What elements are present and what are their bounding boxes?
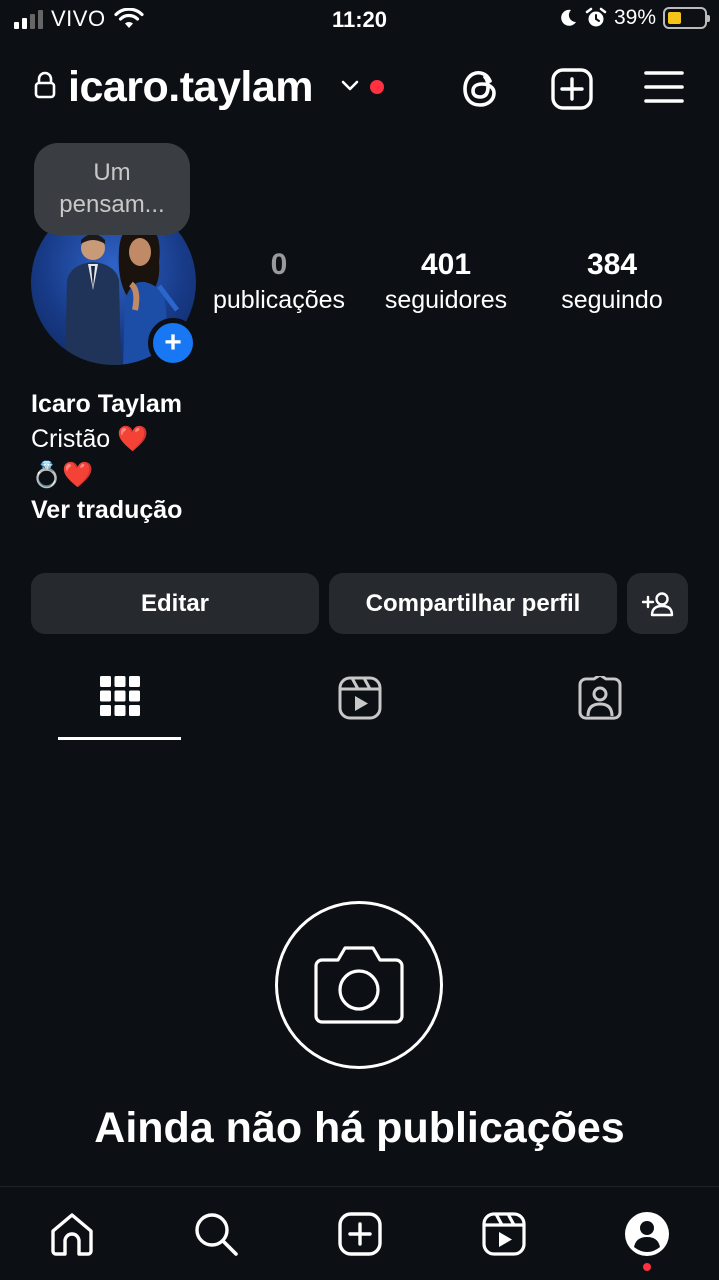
status-right: 39% xyxy=(558,6,710,30)
tab-tagged[interactable] xyxy=(578,676,622,720)
note-text: Um pensam... xyxy=(59,159,165,218)
discover-people-button[interactable] xyxy=(627,573,688,634)
plus-icon: + xyxy=(164,326,182,359)
followers-label: seguidores xyxy=(384,286,508,314)
note-bubble[interactable]: Um pensam... xyxy=(34,143,190,235)
following-number: 384 xyxy=(586,248,638,281)
add-user-icon xyxy=(641,591,673,616)
new-post-icon[interactable] xyxy=(550,67,594,111)
home-icon[interactable] xyxy=(49,1211,95,1257)
tab-grid[interactable] xyxy=(100,676,140,716)
following-label: seguindo xyxy=(561,286,663,314)
camera-icon xyxy=(314,946,404,1024)
following-count[interactable]: 384 seguindo xyxy=(540,246,684,316)
notification-dot xyxy=(370,80,384,94)
posts-count: 0 publicações xyxy=(198,246,360,316)
reels-icon[interactable] xyxy=(481,1211,527,1257)
search-icon[interactable] xyxy=(193,1211,239,1257)
create-icon[interactable] xyxy=(337,1211,383,1257)
posts-number: 0 xyxy=(270,248,288,281)
moon-icon xyxy=(561,9,576,26)
edit-profile-button[interactable]: Editar xyxy=(31,573,319,634)
posts-label: publicações xyxy=(212,286,346,314)
share-profile-button[interactable]: Compartilhar perfil xyxy=(329,573,617,634)
threads-icon[interactable] xyxy=(460,67,502,111)
camera-circle xyxy=(275,901,443,1069)
followers-number: 401 xyxy=(420,248,472,281)
battery-icon xyxy=(663,7,710,29)
battery-percent: 39% xyxy=(613,6,656,29)
full-name: Icaro Taylam xyxy=(31,390,183,418)
followers-count[interactable]: 401 seguidores xyxy=(368,246,524,316)
add-story-button[interactable]: + xyxy=(148,318,198,368)
bio-line-2: 💍❤️ xyxy=(31,461,94,489)
menu-icon[interactable] xyxy=(643,67,685,107)
profile-screen: VIVO 11:20 39% icaro.taylam + Um pensam.… xyxy=(0,0,719,1280)
bottom-nav xyxy=(0,1186,719,1280)
bio-section: Icaro Taylam Cristão ❤️ 💍❤️ Ver tradução xyxy=(31,387,182,527)
username-switcher[interactable]: icaro.taylam xyxy=(68,63,313,112)
chevron-down-icon[interactable] xyxy=(340,79,360,93)
see-translation-link[interactable]: Ver tradução xyxy=(31,493,182,527)
alarm-icon xyxy=(585,7,607,27)
status-bar: VIVO 11:20 39% xyxy=(0,0,719,40)
tab-reels[interactable] xyxy=(338,676,382,720)
lock-icon xyxy=(34,71,56,99)
profile-notification-dot xyxy=(643,1263,651,1271)
profile-icon[interactable] xyxy=(624,1211,670,1257)
battery-fill xyxy=(668,12,682,24)
bio-line-1: Cristão ❤️ xyxy=(31,425,149,453)
profile-header: icaro.taylam xyxy=(0,55,719,121)
empty-state-title: Ainda não há publicações xyxy=(94,1104,625,1152)
active-tab-indicator xyxy=(58,737,181,740)
